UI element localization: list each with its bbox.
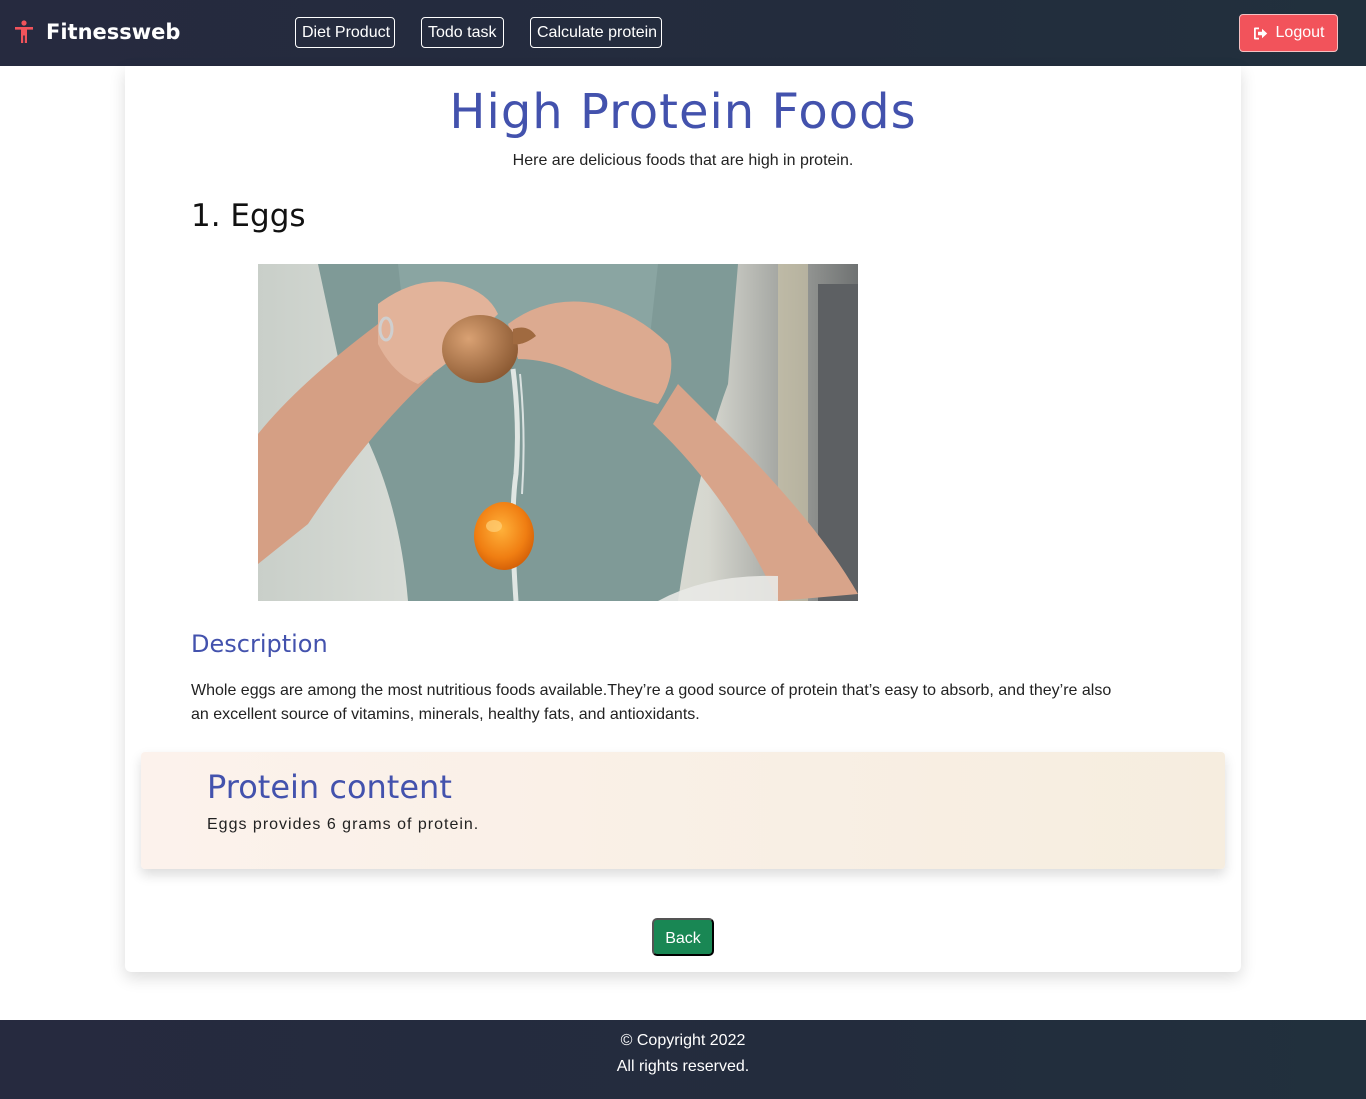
- nav-todo-task-button[interactable]: Todo task: [421, 17, 504, 48]
- brand-name: Fitnessweb: [46, 20, 181, 44]
- person-figure-icon: [15, 20, 33, 43]
- description-heading: Description: [191, 630, 328, 658]
- egg-photo-illustration: [258, 264, 858, 601]
- logout-label: Logout: [1275, 24, 1325, 41]
- protein-content-heading: Protein content: [207, 768, 452, 806]
- page-footer: © Copyright 2022 All rights reserved.: [0, 1020, 1366, 1099]
- logout-button[interactable]: Logout: [1239, 14, 1338, 52]
- page-subtitle: Here are delicious foods that are high i…: [512, 152, 854, 169]
- back-button[interactable]: Back: [652, 918, 714, 956]
- copyright-text: © Copyright 2022: [620, 1032, 746, 1049]
- egg-cracking-image: [258, 264, 858, 601]
- top-navbar: Fitnessweb Diet Product Todo task Calcul…: [0, 0, 1366, 66]
- brand-link[interactable]: Fitnessweb: [14, 20, 180, 44]
- rights-text: All rights reserved.: [616, 1058, 750, 1075]
- page-title: High Protein Foods: [449, 84, 917, 140]
- protein-content-box: Protein content Eggs provides 6 grams of…: [141, 752, 1225, 869]
- protein-content-text: Eggs provides 6 grams of protein.: [207, 816, 480, 833]
- nav-diet-product-button[interactable]: Diet Product: [295, 17, 395, 48]
- food-detail-card: High Protein Foods Here are delicious fo…: [125, 66, 1241, 972]
- nav-calculate-protein-button[interactable]: Calculate protein: [530, 17, 662, 48]
- description-text: Whole eggs are among the most nutritious…: [191, 682, 1112, 723]
- sign-out-icon: [1253, 27, 1267, 39]
- food-heading: 1. Eggs: [191, 198, 306, 234]
